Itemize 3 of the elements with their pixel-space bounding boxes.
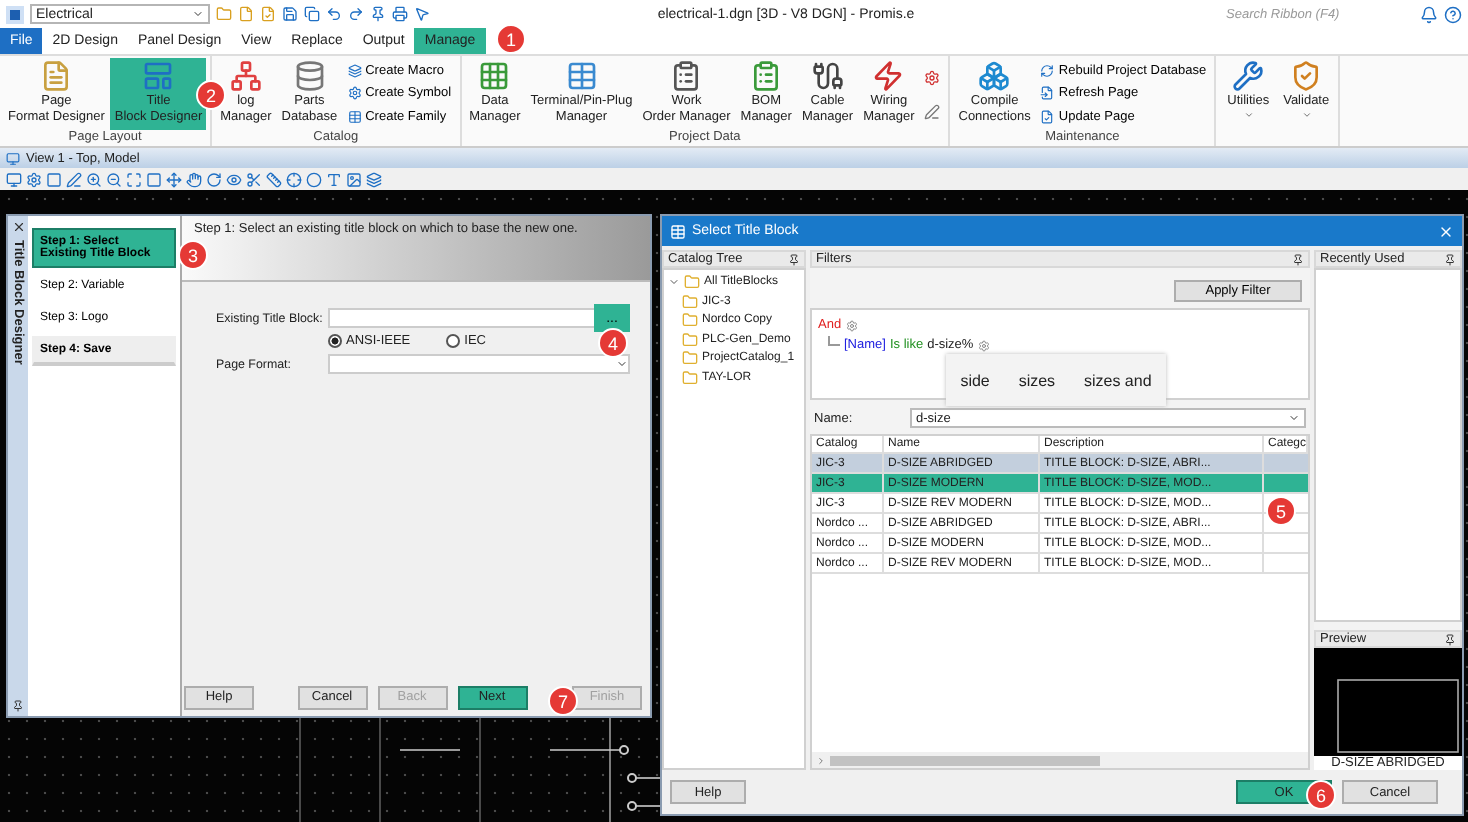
suggestion[interactable]: side — [960, 371, 990, 389]
suggestion[interactable]: sizes and — [1083, 371, 1152, 389]
suggestion[interactable]: sizes — [1018, 371, 1056, 389]
